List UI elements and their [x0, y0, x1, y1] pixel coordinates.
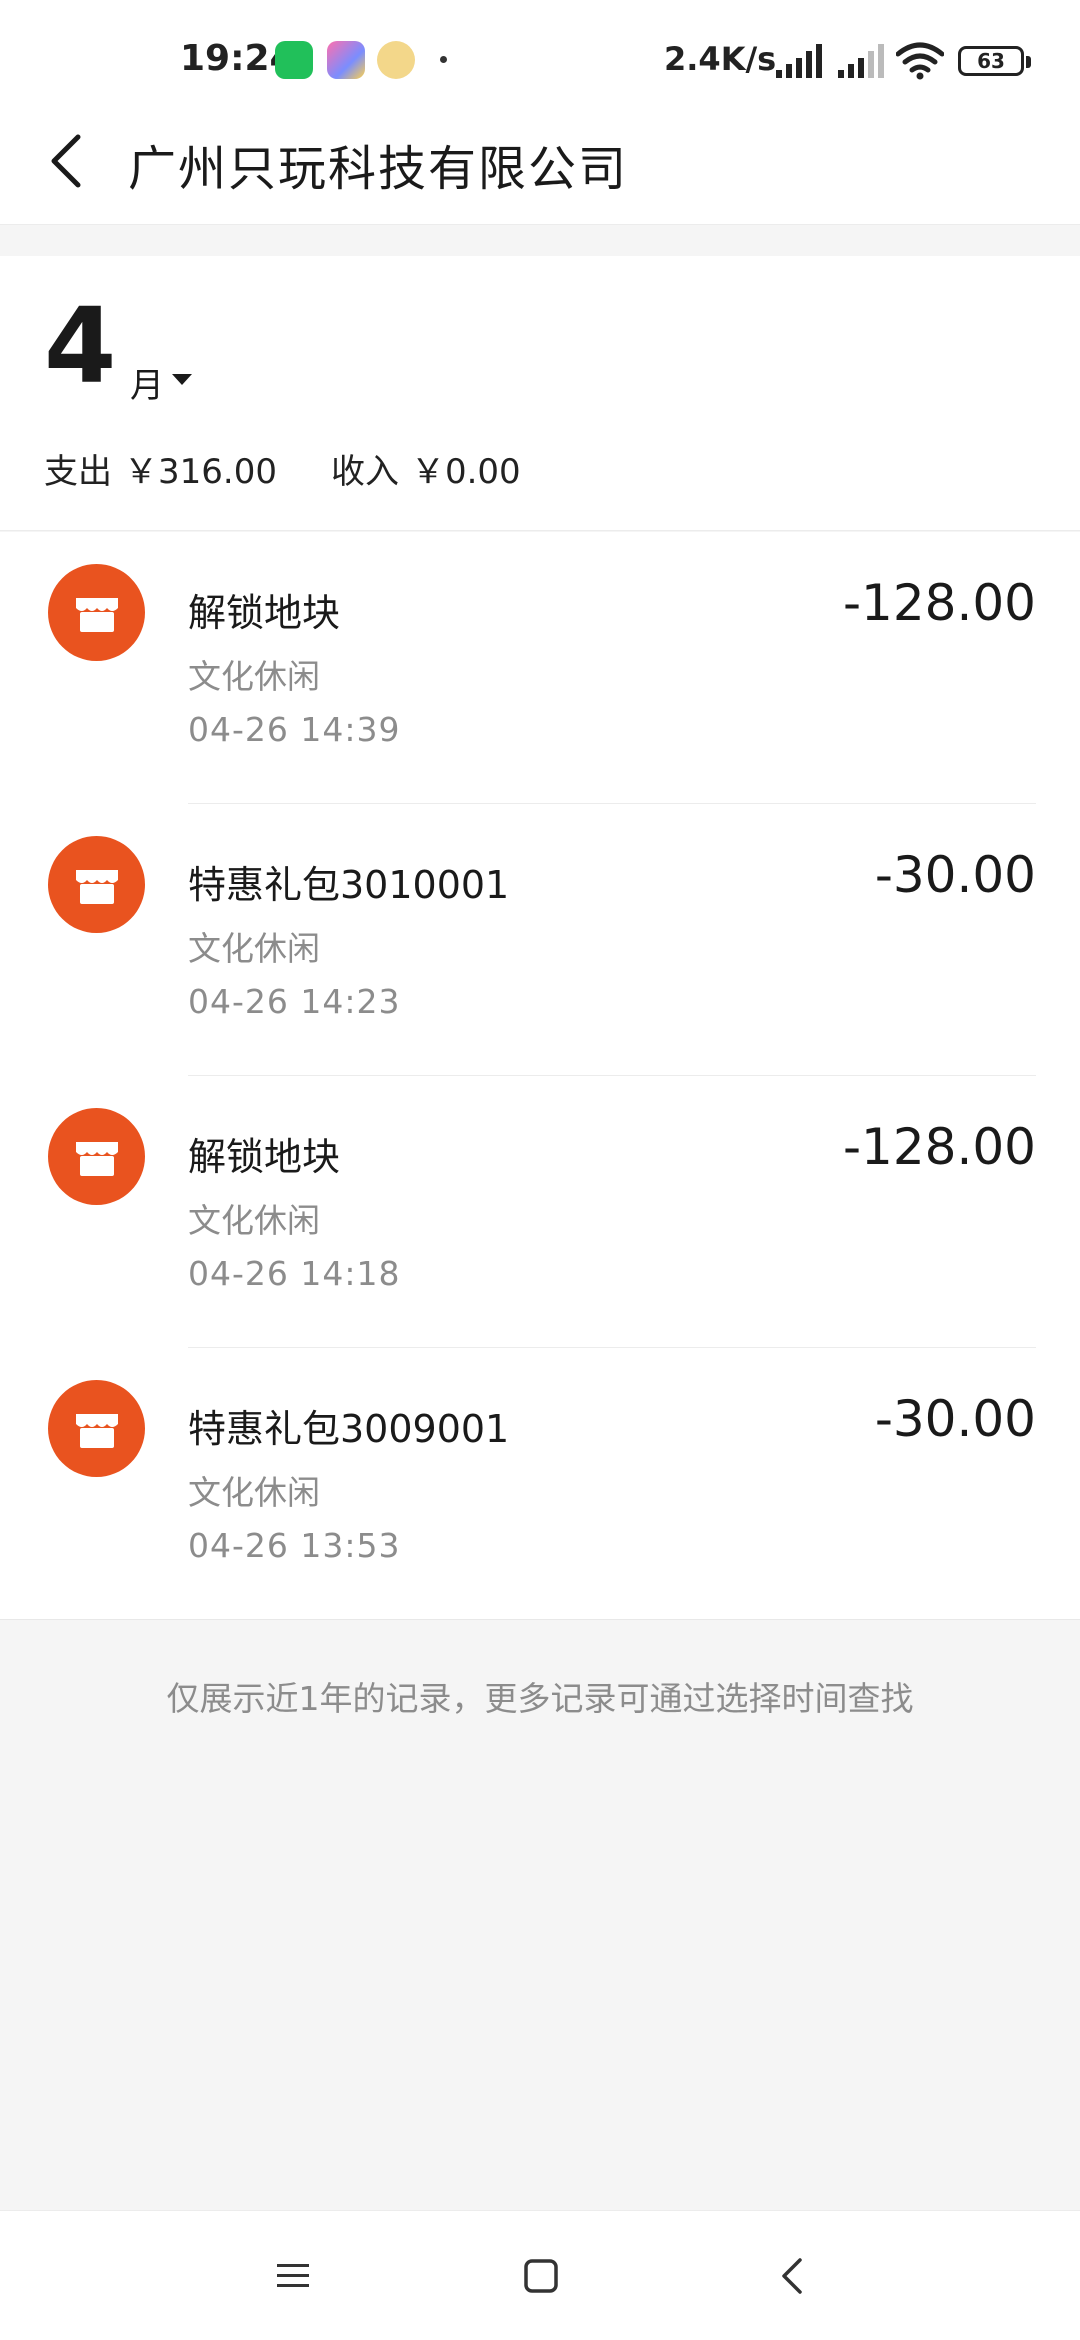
chevron-left-icon[interactable] — [42, 131, 92, 191]
transaction-row[interactable]: 解锁地块 文化休闲 04-26 14:39 -128.00 — [0, 532, 1080, 804]
transaction-time: 04-26 13:53 — [188, 1526, 401, 1565]
month-summary: 4 月 支出 ￥316.00 收入 ￥0.00 — [0, 256, 1080, 531]
month-totals: 支出 ￥316.00 收入 ￥0.00 — [44, 444, 533, 493]
transaction-name: 特惠礼包3009001 — [188, 1407, 510, 1451]
transaction-time: 04-26 14:39 — [188, 710, 401, 749]
section-divider — [0, 224, 1080, 256]
transaction-amount: -128.00 — [843, 574, 1036, 632]
transaction-category: 文化休闲 — [188, 1201, 320, 1240]
game-notification-icon — [327, 41, 365, 79]
transaction-category: 文化休闲 — [188, 657, 320, 696]
pet-notification-icon — [377, 41, 415, 79]
app-header: 广州只玩科技有限公司 — [0, 125, 1080, 225]
system-nav-bar — [0, 2210, 1080, 2340]
transaction-row[interactable]: 特惠礼包3010001 文化休闲 04-26 14:23 -30.00 — [0, 804, 1080, 1076]
income-value: ￥0.00 — [410, 452, 521, 492]
expense-value: ￥316.00 — [124, 452, 277, 492]
transaction-category: 文化休闲 — [188, 929, 320, 968]
back-icon[interactable] — [780, 2256, 804, 2296]
transaction-row[interactable]: 特惠礼包3009001 文化休闲 04-26 13:53 -30.00 — [0, 1348, 1080, 1620]
transaction-time: 04-26 14:18 — [188, 1254, 401, 1293]
battery-icon: 63 — [958, 46, 1031, 76]
menu-icon[interactable] — [275, 2261, 311, 2291]
month-number[interactable]: 4 — [44, 294, 116, 398]
home-square-icon[interactable] — [523, 2258, 559, 2294]
transaction-name: 解锁地块 — [188, 591, 341, 635]
income-label: 收入 — [330, 452, 399, 492]
store-icon — [48, 836, 145, 933]
more-notifications-dot-icon — [440, 56, 447, 63]
expense-label: 支出 — [44, 452, 112, 492]
transaction-time: 04-26 14:23 — [188, 982, 401, 1021]
caret-down-icon[interactable] — [172, 374, 192, 385]
transaction-amount: -128.00 — [843, 1118, 1036, 1176]
transaction-list: 解锁地块 文化休闲 04-26 14:39 -128.00 特惠礼包301000… — [0, 532, 1080, 1620]
signal-icon — [776, 44, 822, 78]
transaction-row[interactable]: 解锁地块 文化休闲 04-26 14:18 -128.00 — [0, 1076, 1080, 1348]
wechat-notification-icon — [275, 41, 313, 79]
store-icon — [48, 1108, 145, 1205]
signal-icon-secondary — [838, 44, 884, 78]
records-footer-note: 仅展示近1年的记录，更多记录可通过选择时间查找 — [166, 1679, 914, 1718]
wifi-icon — [896, 42, 944, 80]
status-bar: 19:24 2.4K/s 63 — [0, 0, 1080, 125]
transaction-category: 文化休闲 — [188, 1473, 320, 1512]
transaction-name: 特惠礼包3010001 — [188, 863, 510, 907]
transaction-amount: -30.00 — [874, 1390, 1036, 1448]
month-unit[interactable]: 月 — [130, 358, 164, 407]
store-icon — [48, 564, 145, 661]
store-icon — [48, 1380, 145, 1477]
transaction-amount: -30.00 — [874, 846, 1036, 904]
network-speed: 2.4K/s — [664, 40, 777, 78]
page-title: 广州只玩科技有限公司 — [128, 141, 629, 197]
transaction-name: 解锁地块 — [188, 1135, 341, 1179]
